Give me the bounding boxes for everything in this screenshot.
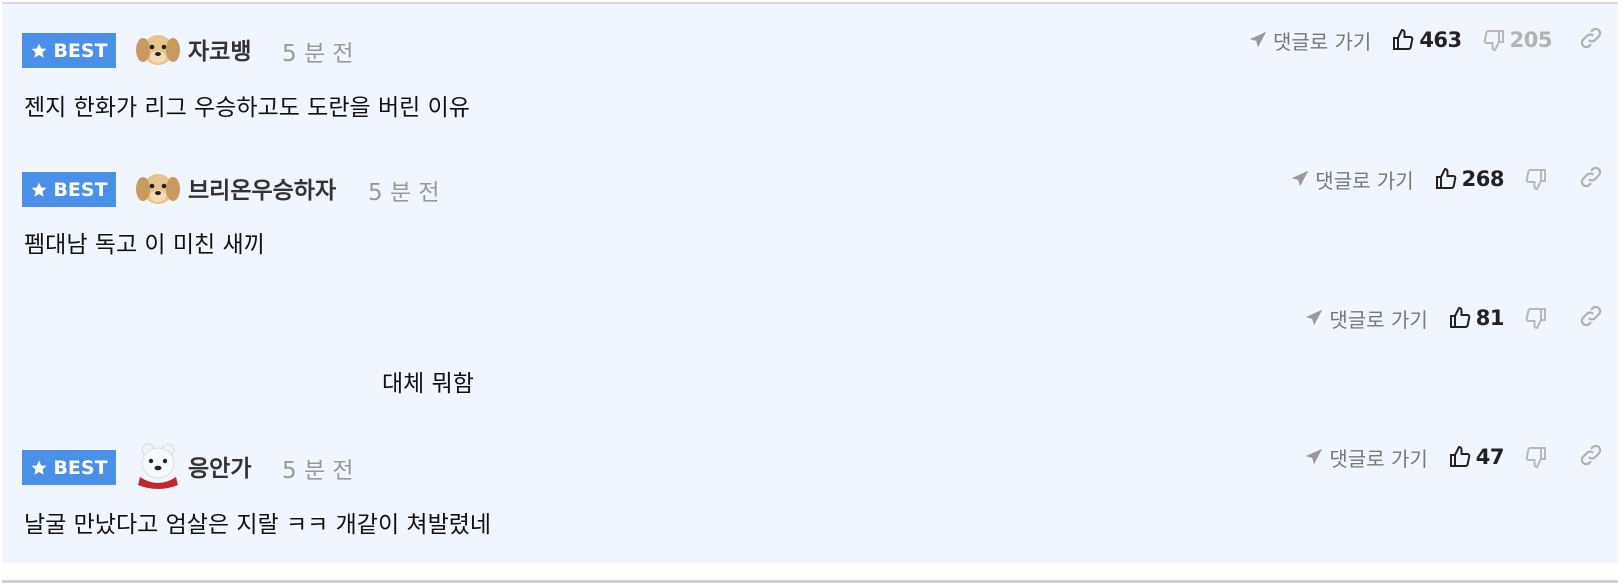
thumbs-up-icon [1435, 167, 1456, 189]
best-badge: BEST [22, 172, 116, 207]
goto-comment-link[interactable]: 댓글로 가기 [1303, 304, 1428, 333]
arrow-icon [1292, 170, 1309, 187]
timestamp: 5 분 전 [282, 458, 354, 484]
thumbs-up-icon [1393, 28, 1414, 50]
comment-item: BEST 자코뱅 5 분 전 젠지 한화가 리그 우승하고도 도란을 버린 이유… [2, 4, 1618, 147]
dislike-button[interactable] [1524, 167, 1552, 191]
best-badge: BEST [22, 450, 116, 485]
goto-comment-link[interactable]: 댓글로 가기 [1303, 443, 1428, 472]
nickname[interactable]: 자코뱅 [188, 32, 251, 66]
nickname[interactable]: 응안가 [188, 449, 251, 483]
dislike-button[interactable]: 205 [1482, 28, 1553, 52]
polar-bear-avatar[interactable] [134, 439, 182, 489]
link-icon[interactable] [1578, 442, 1604, 472]
puppy-avatar[interactable] [134, 161, 182, 211]
star-icon [31, 43, 47, 58]
goto-comment-link[interactable]: 댓글로 가기 [1289, 165, 1414, 194]
link-icon[interactable] [1578, 303, 1604, 333]
comment-item: 대체 뭐함 댓글로 가기 81 [2, 282, 1618, 425]
arrow-icon [1306, 448, 1323, 465]
comment-text: 대체 뭐함 [382, 371, 474, 397]
comment-actions: 댓글로 가기 81 [1303, 302, 1604, 334]
dislike-button[interactable] [1524, 306, 1552, 330]
thumbs-down-icon [1525, 447, 1546, 469]
goto-comment-link[interactable]: 댓글로 가기 [1247, 26, 1371, 55]
arrow-icon [1249, 31, 1267, 48]
comment-text: 날굴 만났다고 엄살은 지랄 ㅋㅋ 개같이 쳐발렸네 [24, 512, 492, 538]
link-icon[interactable] [1578, 25, 1604, 55]
comment-item: BEST 응안가 5 분 전 날굴 만났다고 엄살은 지랄 ㅋㅋ 개같이 쳐발렸… [2, 421, 1618, 563]
comment-actions: 댓글로 가기 268 [1289, 163, 1604, 195]
like-button[interactable]: 268 [1434, 167, 1505, 191]
nickname[interactable]: 브리온우승하자 [188, 171, 336, 205]
arrow-icon [1306, 309, 1323, 326]
timestamp: 5 분 전 [282, 41, 354, 67]
like-button[interactable]: 47 [1448, 445, 1505, 469]
thumbs-up-icon [1449, 445, 1471, 467]
thumbs-down-icon [1525, 169, 1546, 191]
comment-text: 펨대남 독고 이 미친 새끼 [24, 232, 265, 258]
comment-item: BEST 브리온우승하자 5 분 전 펨대남 독고 이 미친 새끼 댓글로 가기 [2, 143, 1618, 286]
thumbs-up-icon [1449, 306, 1471, 328]
like-button[interactable]: 81 [1448, 306, 1505, 330]
comment-list: BEST 자코뱅 5 분 전 젠지 한화가 리그 우승하고도 도란을 버린 이유… [2, 2, 1618, 583]
comment-actions: 댓글로 가기 47 [1303, 441, 1604, 473]
like-button[interactable]: 463 [1391, 28, 1462, 52]
star-icon [31, 182, 47, 197]
thumbs-down-icon [1525, 308, 1546, 330]
star-icon [31, 460, 47, 475]
comment-text: 젠지 한화가 리그 우승하고도 도란을 버린 이유 [24, 95, 470, 121]
link-icon[interactable] [1578, 164, 1604, 194]
thumbs-down-icon [1483, 30, 1504, 52]
puppy-avatar[interactable] [134, 22, 182, 72]
timestamp: 5 분 전 [368, 180, 440, 206]
comment-actions: 댓글로 가기 463 205 [1247, 24, 1604, 56]
dislike-button[interactable] [1524, 445, 1552, 469]
best-badge: BEST [22, 33, 116, 68]
